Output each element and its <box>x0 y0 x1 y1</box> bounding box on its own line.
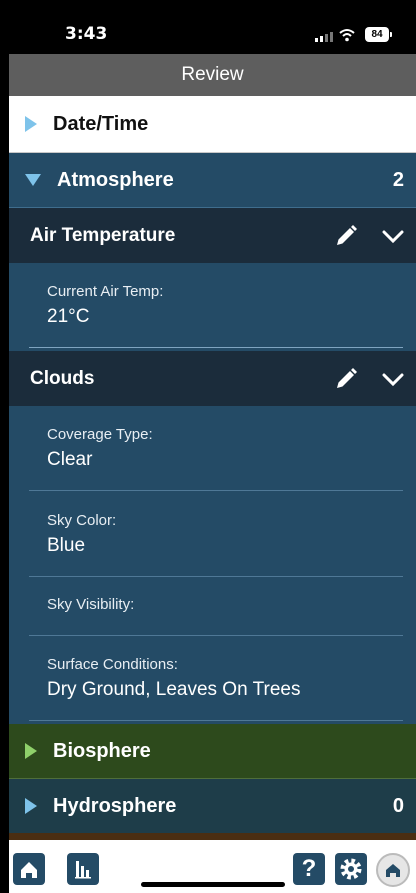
field-label: Sky Visibility: <box>47 596 135 613</box>
expand-triangle-icon <box>25 798 37 814</box>
subsection-title: Clouds <box>30 367 95 389</box>
field-sky-visibility: Sky Visibility: <box>47 596 134 619</box>
section-atmosphere[interactable]: Atmosphere 2 <box>9 153 416 208</box>
field-current-air-temp: Current Air Temp: 21°C <box>47 283 163 328</box>
section-count-badge: 2 <box>392 168 404 191</box>
section-label: Atmosphere <box>57 168 174 191</box>
subsection-title: Air Temperature <box>30 224 176 246</box>
field-value: Dry Ground, Leaves On Trees <box>47 679 301 700</box>
chevron-down-icon[interactable] <box>382 226 404 246</box>
clouds-header[interactable]: Clouds <box>9 351 416 406</box>
chevron-down-icon[interactable] <box>382 369 404 389</box>
page-title: Review <box>9 54 416 96</box>
edit-pencil-icon[interactable] <box>334 367 358 391</box>
edit-pencil-icon[interactable] <box>334 224 358 248</box>
settings-button[interactable] <box>335 853 367 885</box>
divider <box>29 635 403 636</box>
gear-icon <box>340 858 362 880</box>
field-value: Clear <box>47 449 93 470</box>
section-label: Biosphere <box>53 739 151 762</box>
field-coverage-type: Coverage Type: Clear <box>47 426 153 471</box>
divider <box>29 576 403 577</box>
field-label: Current Air Temp: <box>47 283 164 300</box>
field-sky-color: Sky Color: Blue <box>47 512 116 557</box>
next-section-edge <box>9 833 416 840</box>
air-temperature-header[interactable]: Air Temperature <box>9 208 416 263</box>
app-frame: 3:43 84 Review Date/Time Atmosphere 2 Ai… <box>9 0 416 893</box>
chart-button[interactable] <box>67 853 99 885</box>
clouds-body: Coverage Type: Clear Sky Color: Blue Sky… <box>9 406 416 724</box>
wifi-icon <box>339 29 355 42</box>
battery-icon: 84 <box>365 27 392 42</box>
help-button[interactable]: ? <box>293 853 325 885</box>
home-button[interactable] <box>13 853 45 885</box>
section-biosphere[interactable]: Biosphere <box>9 724 416 779</box>
home-circle-button[interactable] <box>376 853 410 887</box>
section-label: Date/Time <box>53 112 149 135</box>
signal-icon <box>315 32 333 42</box>
home-icon <box>386 864 400 877</box>
bar-chart-icon <box>75 861 91 879</box>
divider <box>29 720 403 721</box>
section-hydrosphere[interactable]: Hydrosphere 0 <box>9 779 416 833</box>
section-date-time[interactable]: Date/Time <box>9 96 416 153</box>
status-time: 3:43 <box>65 24 108 44</box>
air-temperature-body: Current Air Temp: 21°C <box>9 263 416 351</box>
home-indicator <box>141 882 285 887</box>
collapse-triangle-icon <box>25 174 41 186</box>
section-label: Hydrosphere <box>53 794 177 817</box>
field-value: Blue <box>47 535 86 556</box>
status-bar: 3:43 84 <box>9 0 416 54</box>
home-icon <box>21 862 37 878</box>
field-label: Surface Conditions: <box>47 656 178 673</box>
expand-triangle-icon <box>25 743 37 759</box>
field-value: 21°C <box>47 306 90 327</box>
field-label: Coverage Type: <box>47 426 153 443</box>
divider <box>29 490 403 491</box>
field-label: Sky Color: <box>47 512 117 529</box>
expand-triangle-icon <box>25 116 37 132</box>
section-count-badge: 0 <box>392 794 404 817</box>
divider <box>29 347 403 348</box>
field-surface-conditions: Surface Conditions: Dry Ground, Leaves O… <box>47 656 300 701</box>
